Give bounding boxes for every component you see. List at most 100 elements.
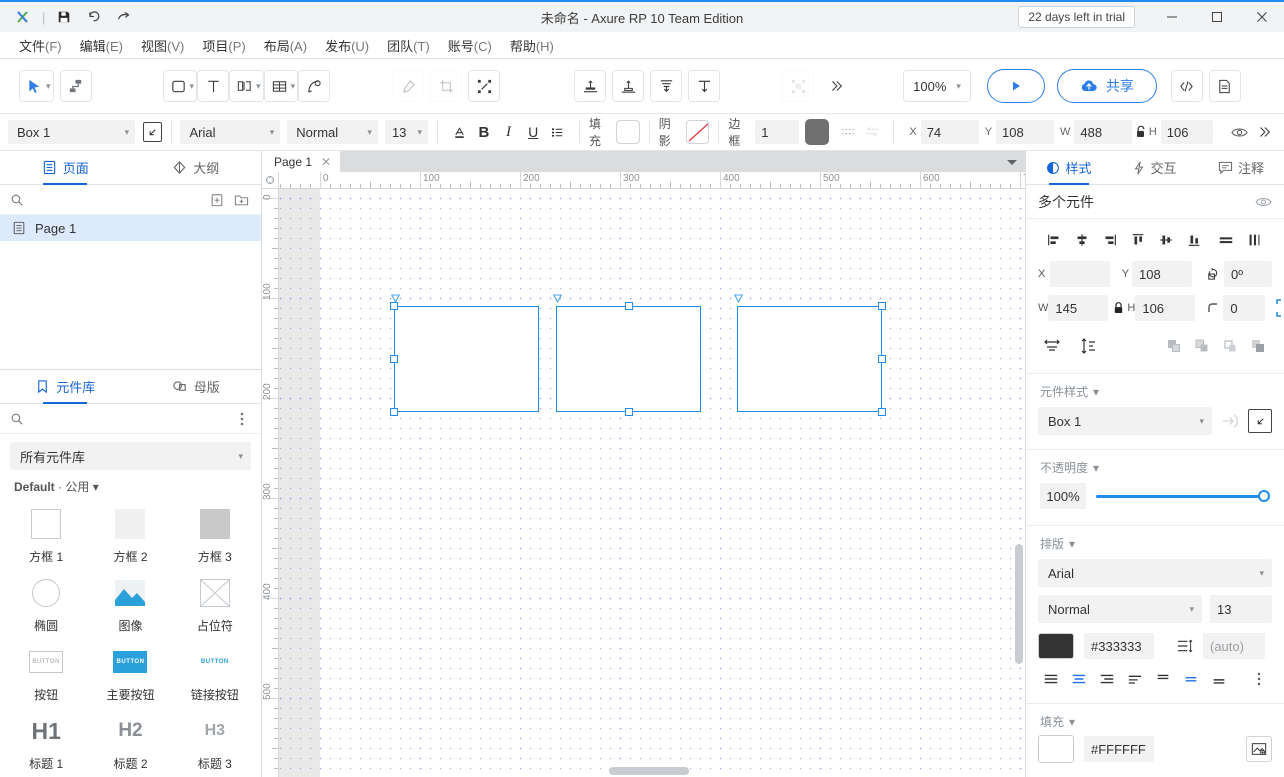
lock-ratio-icon[interactable]	[1113, 301, 1124, 315]
widget-name-select[interactable]: Box 1 ▾	[8, 120, 136, 144]
vertical-align-top-button[interactable]	[1150, 667, 1176, 691]
selection-handle[interactable]	[390, 408, 398, 416]
transform-tool[interactable]	[468, 70, 501, 102]
fill-color-chip[interactable]	[1038, 735, 1074, 763]
ruler-origin-button[interactable]	[262, 172, 279, 189]
box-3[interactable]	[737, 306, 882, 412]
underline-button[interactable]: U	[521, 119, 546, 145]
widget-image[interactable]: 图像	[88, 570, 172, 636]
add-folder-icon[interactable]	[232, 190, 251, 209]
opacity-value[interactable]: 100%	[1040, 483, 1086, 509]
widget-heading3[interactable]: H3 标题 3	[173, 708, 257, 774]
undo-icon[interactable]	[79, 4, 109, 30]
italic-button[interactable]: I	[496, 119, 521, 145]
widget-box1[interactable]: 方框 1	[4, 501, 88, 567]
bring-forward-icon[interactable]	[1188, 333, 1216, 359]
height-input[interactable]	[1135, 295, 1196, 321]
text-color-button[interactable]	[447, 119, 472, 145]
tab-notes[interactable]: 注释	[1198, 151, 1284, 184]
library-group-header[interactable]: Default · 公用 ▾	[0, 474, 261, 501]
distribute-horizontal-button[interactable]	[1212, 227, 1240, 253]
vertical-ruler[interactable]: 0 100 200 300 400 500	[262, 189, 279, 777]
text-align-center-button[interactable]	[1066, 667, 1092, 691]
canvas-tabs-dropdown[interactable]	[999, 151, 1025, 172]
selection-handle[interactable]	[878, 302, 886, 310]
send-backward-icon[interactable]	[1216, 333, 1244, 359]
search-icon[interactable]	[10, 193, 24, 207]
bullet-list-button[interactable]	[545, 119, 570, 145]
fill-image-button[interactable]	[1246, 736, 1272, 762]
close-icon[interactable]: ✕	[321, 155, 331, 169]
vertical-align-bottom-button[interactable]	[1206, 667, 1232, 691]
height-input[interactable]	[1160, 120, 1213, 144]
dynamic-panel-tool[interactable]: ▾	[229, 70, 264, 102]
rotation-input[interactable]	[1224, 261, 1272, 287]
align-top-button[interactable]	[1124, 227, 1152, 253]
crop-tool[interactable]	[430, 70, 463, 102]
line-height-input[interactable]	[1203, 633, 1265, 659]
visibility-eye-icon[interactable]	[1255, 196, 1272, 208]
rotation-handle[interactable]	[734, 294, 743, 303]
style-manager-button[interactable]	[1248, 409, 1272, 433]
widget-style-select[interactable]: Box 1 ▾	[1038, 407, 1212, 435]
eyedropper-tool[interactable]	[392, 70, 425, 102]
minimize-button[interactable]	[1149, 1, 1194, 33]
menu-file[interactable]: 文件(F)	[10, 33, 71, 58]
tab-pages[interactable]: 页面	[0, 151, 131, 184]
shadow-color-swatch[interactable]	[685, 120, 710, 144]
font-family-select[interactable]: Arial ▾	[1038, 559, 1272, 587]
border-color-swatch[interactable]	[805, 119, 830, 145]
widget-heading1[interactable]: H1 标题 1	[4, 708, 88, 774]
text-color-chip[interactable]	[1038, 633, 1074, 659]
zoom-level-select[interactable]: 100% ▾	[903, 70, 971, 102]
text-align-justify-button[interactable]	[1122, 667, 1148, 691]
page-item-page1[interactable]: Page 1	[0, 215, 261, 241]
opacity-slider-knob[interactable]	[1258, 490, 1270, 502]
trial-badge[interactable]: 22 days left in trial	[1018, 6, 1135, 28]
selection-handle[interactable]	[390, 302, 398, 310]
text-align-right-button[interactable]	[1094, 667, 1120, 691]
align-left-button[interactable]	[1040, 227, 1068, 253]
selection-handle[interactable]	[878, 355, 886, 363]
tab-masters[interactable]: 母版	[131, 370, 262, 403]
corner-radius-input[interactable]	[1223, 295, 1266, 321]
menu-team[interactable]: 团队(T)	[378, 33, 439, 58]
tab-outline[interactable]: 大纲	[131, 151, 262, 184]
selection-handle[interactable]	[878, 408, 886, 416]
select-tool[interactable]: ▾	[19, 70, 54, 102]
menu-account[interactable]: 账号(C)	[439, 33, 501, 58]
tab-libraries[interactable]: 元件库	[0, 370, 131, 403]
bold-button[interactable]: B	[472, 119, 497, 145]
close-button[interactable]	[1239, 1, 1284, 33]
opacity-slider[interactable]	[1096, 489, 1270, 503]
typography-section-header[interactable]: 排版 ▾	[1026, 526, 1284, 557]
widget-link-button[interactable]: BUTTON 链接按钮	[173, 639, 257, 705]
distribute-h-tool[interactable]	[650, 70, 683, 102]
menu-view[interactable]: 视图(V)	[132, 33, 193, 58]
font-size-input[interactable]	[1210, 595, 1272, 623]
selection-handle[interactable]	[390, 355, 398, 363]
add-page-icon[interactable]	[207, 190, 226, 209]
text-tool[interactable]	[197, 70, 230, 102]
y-input[interactable]	[1132, 261, 1192, 287]
fit-width-icon[interactable]	[1038, 333, 1066, 359]
library-options-icon[interactable]	[232, 409, 251, 428]
align-center-tool[interactable]	[612, 70, 645, 102]
widget-placeholder[interactable]: 占位符	[173, 570, 257, 636]
group-tool[interactable]	[782, 70, 815, 102]
font-size-select[interactable]: 13 ▾	[384, 120, 429, 144]
canvas-tab-page1[interactable]: Page 1 ✕	[262, 151, 341, 172]
widget-box3[interactable]: 方框 3	[173, 501, 257, 567]
widget-primary-button[interactable]: BUTTON 主要按钮	[88, 639, 172, 705]
x-position-input[interactable]	[920, 120, 979, 144]
lock-aspect-icon[interactable]	[1132, 119, 1148, 145]
toolbar-overflow-button[interactable]	[820, 70, 853, 102]
menu-help[interactable]: 帮助(H)	[501, 33, 563, 58]
maximize-button[interactable]	[1194, 1, 1239, 33]
width-input[interactable]	[1074, 120, 1133, 144]
box-1[interactable]	[394, 306, 539, 412]
apply-style-icon[interactable]	[1220, 411, 1240, 431]
selection-handle[interactable]	[624, 408, 633, 416]
y-position-input[interactable]	[996, 120, 1055, 144]
redo-icon[interactable]	[109, 4, 139, 30]
